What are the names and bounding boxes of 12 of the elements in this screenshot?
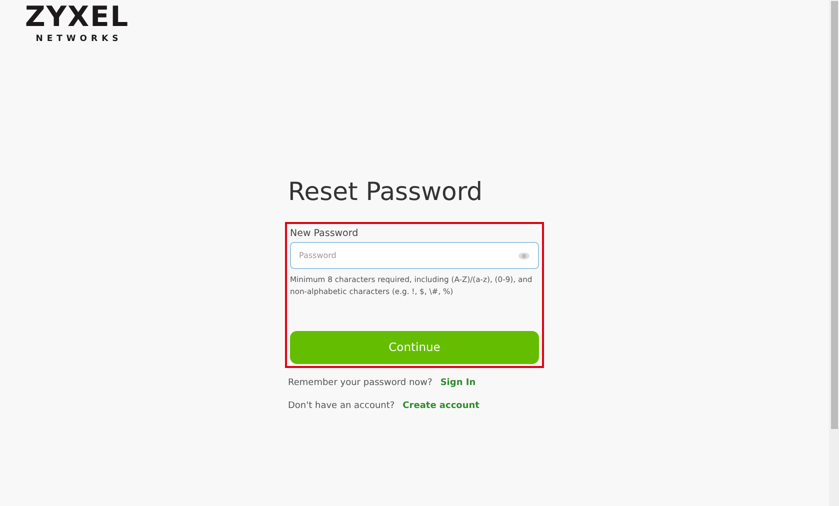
eye-icon[interactable] [518, 252, 530, 260]
scrollbar[interactable] [829, 0, 839, 506]
logo-tagline: NETWORKS [36, 32, 122, 46]
password-field[interactable]: Password [290, 242, 539, 270]
link[interactable]: Sign In [440, 377, 476, 391]
link[interactable]: Create account [402, 400, 480, 414]
page-title: Reset Password [288, 177, 484, 207]
field-label: New Password [290, 227, 360, 241]
prompt-text: Don't have an account? [288, 400, 395, 413]
continue-button[interactable]: Continue [290, 331, 539, 364]
prompt-text: Remember your password now? [288, 377, 432, 390]
logo-name: ZYXEL [24, 2, 130, 33]
